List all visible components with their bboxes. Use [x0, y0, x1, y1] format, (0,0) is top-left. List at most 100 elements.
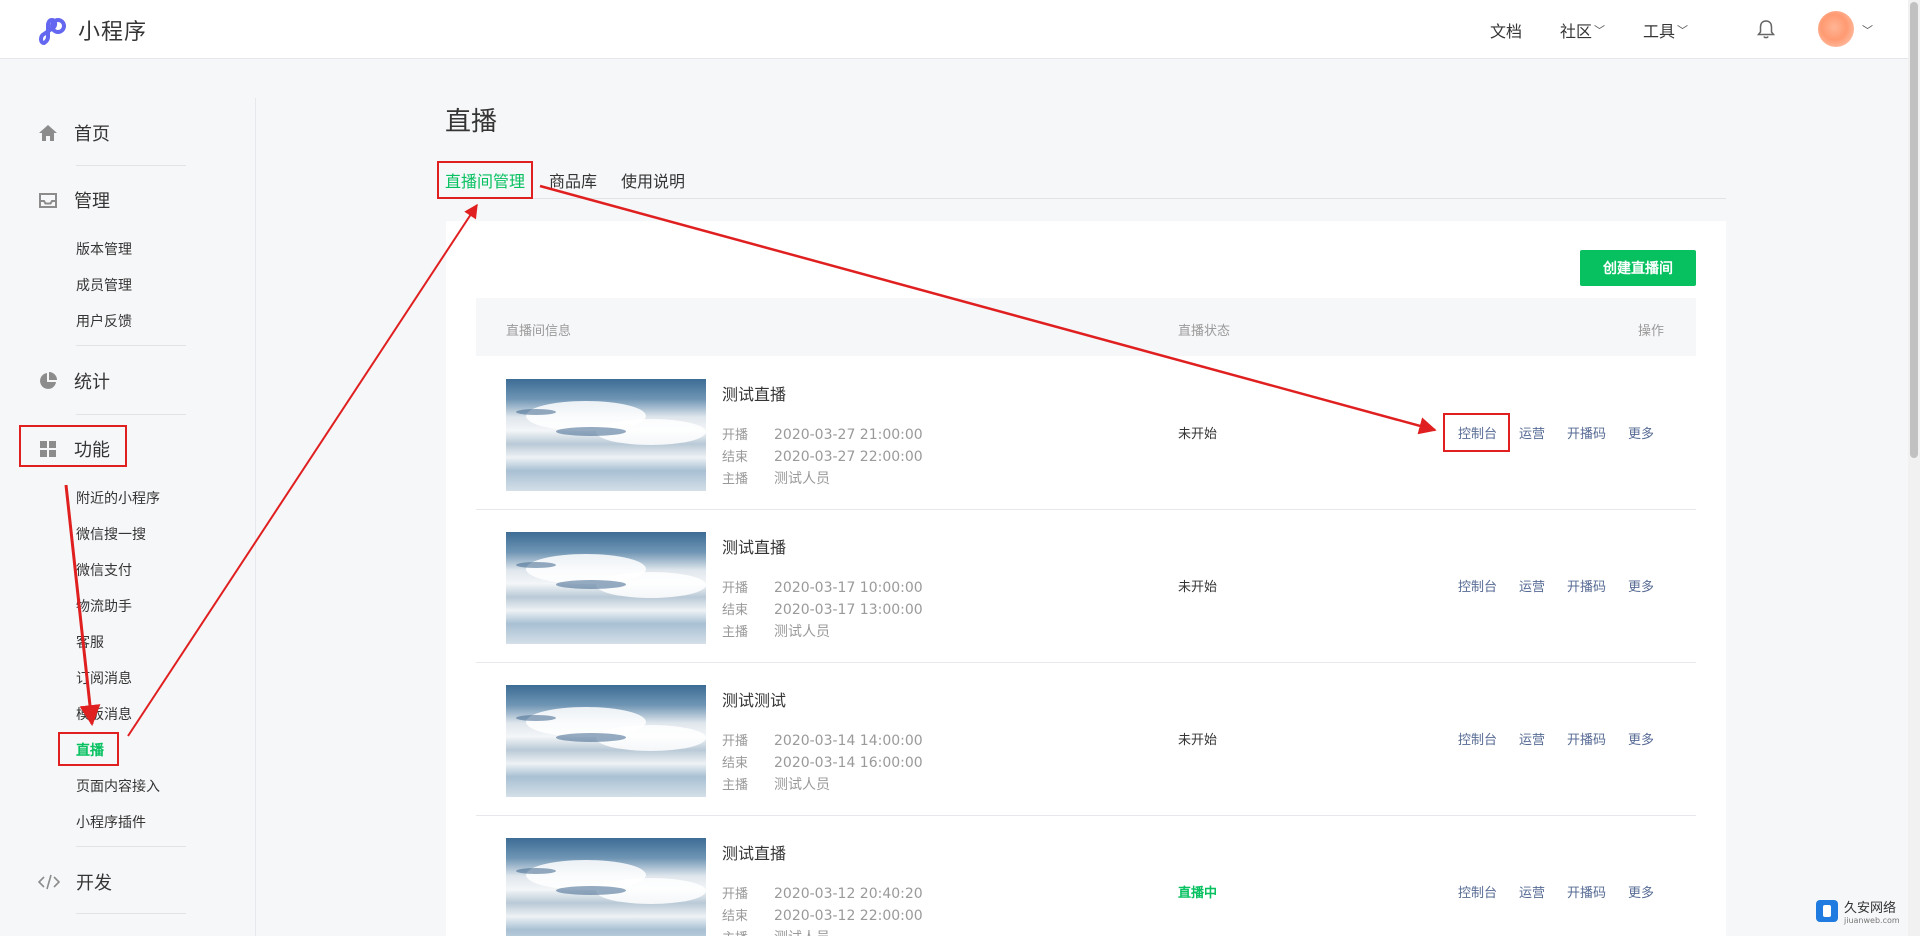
column-header-ops: 操作	[1638, 324, 1665, 339]
sidebar-item-service[interactable]: 客服	[76, 632, 104, 652]
row-actions: 控制台 运营 开播码 更多	[1458, 882, 1676, 901]
start-code-link[interactable]: 开播码	[1567, 729, 1606, 748]
sidebar-item-dev[interactable]: 开发	[38, 869, 112, 895]
scrollbar-thumb[interactable]	[1910, 2, 1918, 458]
page-scrollbar[interactable]	[1908, 0, 1920, 936]
sidebar-item-home[interactable]: 首页	[38, 120, 110, 146]
operation-link[interactable]: 运营	[1519, 576, 1545, 595]
divider	[76, 913, 186, 914]
more-link[interactable]: 更多	[1628, 729, 1654, 748]
chevron-down-icon: ﹀	[1594, 23, 1606, 37]
more-link[interactable]: 更多	[1628, 576, 1654, 595]
more-link[interactable]: 更多	[1628, 882, 1654, 901]
sidebar-item-plugin[interactable]: 小程序插件	[76, 812, 146, 832]
live-room-title: 测试直播	[722, 844, 787, 863]
start-time: 开播 2020-03-12 20:40:20	[722, 886, 923, 902]
divider	[76, 345, 186, 346]
chevron-down-icon: ﹀	[1677, 23, 1689, 37]
start-time: 开播 2020-03-17 10:00:00	[722, 580, 923, 596]
row-actions: 控制台 运营 开播码 更多	[1458, 729, 1676, 748]
sidebar-item-live[interactable]: 直播	[76, 740, 104, 760]
table-row: 测试测试开播 2020-03-14 14:00:00 结束 2020-03-14 16…	[476, 663, 1696, 816]
live-room-cover-image[interactable]	[506, 685, 706, 797]
top-bar: 小程序 文档 社区 ﹀ 工具 ﹀ ﹀	[0, 0, 1920, 59]
create-live-room-button[interactable]: 创建直播间	[1580, 250, 1696, 286]
start-time: 开播 2020-03-14 14:00:00	[722, 733, 923, 749]
console-link[interactable]: 控制台	[1458, 576, 1497, 595]
nav-docs[interactable]: 文档	[1490, 18, 1522, 42]
live-room-cover-image[interactable]	[506, 838, 706, 936]
host: 主播测试人员	[722, 471, 830, 487]
live-status: 未开始	[1178, 427, 1218, 442]
console-link[interactable]: 控制台	[1458, 729, 1497, 748]
sidebar-item-stats[interactable]: 统计	[38, 368, 110, 394]
divider	[76, 165, 186, 166]
more-link[interactable]: 更多	[1628, 423, 1654, 442]
page-title: 直播	[445, 107, 498, 137]
sidebar-item-features[interactable]: 功能	[38, 436, 110, 462]
miniprogram-logo-icon	[39, 17, 66, 45]
live-room-title: 测试测试	[722, 691, 787, 710]
live-room-cover-image[interactable]	[506, 532, 706, 644]
divider	[76, 846, 186, 847]
live-status: 未开始	[1178, 733, 1218, 748]
sidebar-item-nearby[interactable]: 附近的小程序	[76, 488, 160, 508]
live-room-cover-image[interactable]	[506, 379, 706, 491]
avatar[interactable]	[1818, 11, 1854, 47]
table-row: 测试直播开播 2020-03-27 21:00:00 结束 2020-03-27 22…	[476, 357, 1696, 510]
host: 主播测试人员	[722, 777, 830, 793]
tab-product-library[interactable]: 商品库	[549, 168, 597, 192]
watermark: 久安网络 jiuanweb.com	[1816, 897, 1900, 925]
table-row: 测试直播开播 2020-03-17 10:00:00 结束 2020-03-17 13…	[476, 510, 1696, 663]
sidebar-item-search[interactable]: 微信搜一搜	[76, 524, 146, 544]
grid-icon	[40, 441, 56, 457]
table-header: 直播间信息 直播状态 操作	[476, 298, 1696, 356]
sidebar-item-manage[interactable]: 管理	[38, 187, 110, 213]
end-time: 结束 2020-03-27 22:00:00	[722, 449, 923, 465]
sidebar-item-version[interactable]: 版本管理	[76, 239, 132, 259]
end-time: 结束 2020-03-17 13:00:00	[722, 602, 923, 618]
sidebar-item-members[interactable]: 成员管理	[76, 275, 132, 295]
start-time: 开播 2020-03-27 21:00:00	[722, 427, 923, 443]
end-time: 结束 2020-03-12 22:00:00	[722, 908, 923, 924]
chevron-down-icon[interactable]: ﹀	[1862, 22, 1873, 38]
pie-chart-icon	[40, 372, 57, 389]
sidebar-item-content[interactable]: 页面内容接入	[76, 776, 160, 796]
top-nav: 文档 社区 ﹀ 工具 ﹀	[1490, 0, 1726, 59]
column-header-info: 直播间信息	[506, 324, 572, 339]
nav-tools[interactable]: 工具 ﹀	[1643, 18, 1688, 42]
sidebar-item-subscribe[interactable]: 订阅消息	[76, 668, 132, 688]
operation-link[interactable]: 运营	[1519, 423, 1545, 442]
inbox-icon	[39, 193, 57, 208]
sidebar: 首页 管理 版本管理 成员管理 用户反馈 统计 功能 附近的小程序 微信搜一搜 …	[0, 98, 256, 936]
start-code-link[interactable]: 开播码	[1567, 423, 1606, 442]
tab-bar: 直播间管理 商品库 使用说明	[445, 166, 1726, 199]
app-title: 小程序	[78, 20, 148, 45]
row-actions: 控制台 运营 开播码 更多	[1458, 576, 1676, 595]
live-room-title: 测试直播	[722, 385, 787, 404]
nav-community[interactable]: 社区 ﹀	[1560, 18, 1605, 42]
home-icon	[39, 125, 57, 141]
sidebar-item-feedback[interactable]: 用户反馈	[76, 311, 132, 331]
column-header-status: 直播状态	[1178, 324, 1231, 339]
end-time: 结束 2020-03-14 16:00:00	[722, 755, 923, 771]
sidebar-item-logistics[interactable]: 物流助手	[76, 596, 132, 616]
operation-link[interactable]: 运营	[1519, 882, 1545, 901]
row-actions: 控制台 运营 开播码 更多	[1458, 423, 1676, 442]
sidebar-item-pay[interactable]: 微信支付	[76, 560, 132, 580]
tab-live-room-manage[interactable]: 直播间管理	[445, 168, 525, 192]
host: 主播测试人员	[722, 624, 830, 640]
start-code-link[interactable]: 开播码	[1567, 882, 1606, 901]
watermark-logo-icon	[1816, 900, 1838, 922]
tab-instructions[interactable]: 使用说明	[621, 168, 685, 192]
bell-icon[interactable]	[1757, 19, 1775, 39]
logo[interactable]: 小程序	[38, 14, 147, 46]
operation-link[interactable]: 运营	[1519, 729, 1545, 748]
console-link[interactable]: 控制台	[1458, 423, 1497, 442]
live-room-title: 测试直播	[722, 538, 787, 557]
start-code-link[interactable]: 开播码	[1567, 576, 1606, 595]
sidebar-item-template[interactable]: 模板消息	[76, 704, 132, 724]
console-link[interactable]: 控制台	[1458, 882, 1497, 901]
code-icon	[38, 874, 60, 890]
table-row: 测试直播开播 2020-03-12 20:40:20 结束 2020-03-12 22…	[476, 816, 1696, 936]
